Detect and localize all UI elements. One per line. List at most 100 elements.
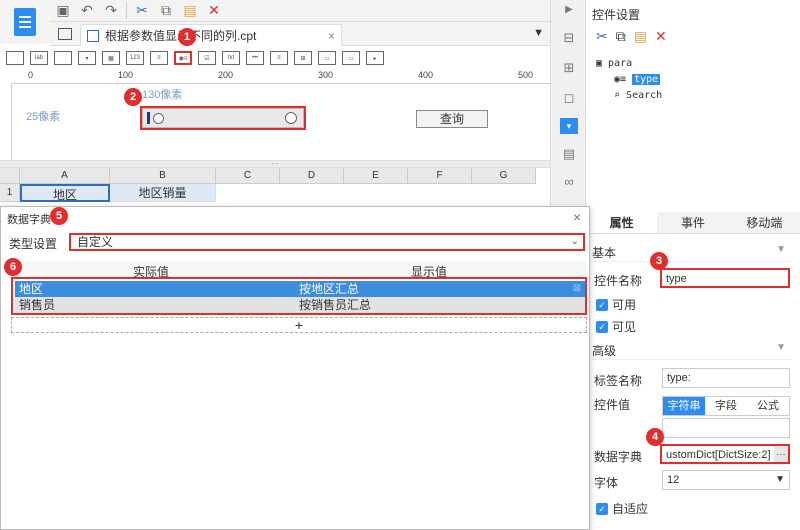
textfield-widget-icon[interactable] <box>54 51 72 65</box>
table-cell[interactable]: 地区销量 <box>110 184 216 202</box>
select-all-corner[interactable] <box>0 168 20 184</box>
table-row[interactable]: 地区 按地区汇总 ⊠ <box>15 281 585 297</box>
collapse-arrow-icon[interactable]: ▶ <box>560 4 578 20</box>
hyperlink-icon[interactable]: ∞ <box>560 174 578 190</box>
step-badge: 1 <box>178 28 196 46</box>
panel-title: 控件设置 <box>592 8 641 22</box>
tab-menu-icon[interactable]: ▼ <box>533 27 544 39</box>
combobox-widget-icon[interactable]: ▾ <box>78 51 96 65</box>
close-icon[interactable]: × <box>328 29 335 43</box>
display-value: 按销售员汇总 <box>299 298 372 312</box>
copy-icon[interactable]: ⧉ <box>157 2 175 20</box>
dict-label: 数据字典 <box>594 450 643 464</box>
radio-group-widget-icon[interactable]: ◉≡ <box>174 51 192 65</box>
dict-edit-button[interactable]: ··· <box>774 446 788 462</box>
auto-fit-checkbox[interactable]: ✓ 自适应 <box>596 500 648 517</box>
widget-settings-icon[interactable]: ▾ <box>560 118 578 134</box>
column-header[interactable]: A <box>20 168 110 184</box>
cell-element-icon[interactable]: ⊟ <box>560 30 578 46</box>
visible-checkbox[interactable]: ✓ 可见 <box>596 318 636 335</box>
value-type-field[interactable]: 字段 <box>705 397 747 415</box>
dict-table: 地区 按地区汇总 ⊠ 销售员 按销售员汇总 <box>11 277 587 315</box>
document-icon <box>14 8 36 36</box>
column-header[interactable]: C <box>216 168 280 184</box>
section-title: 基本 <box>592 246 617 260</box>
checkbox-icon: ✓ <box>596 502 608 515</box>
textarea-widget-icon[interactable]: ≡ <box>150 51 168 65</box>
tree-node-root[interactable]: ▣ para <box>596 56 662 72</box>
query-button[interactable]: 查询 <box>416 110 488 128</box>
password-widget-icon[interactable]: ••• <box>246 51 264 65</box>
redo-icon[interactable]: ↷ <box>102 2 120 20</box>
tag-name-input[interactable]: type: <box>662 368 790 388</box>
cut-icon[interactable]: ✂ <box>133 2 151 20</box>
value-type-formula[interactable]: 公式 <box>747 397 789 415</box>
widget-settings-panel: 控件设置 ✂ ⧉ ▤ ✕ ▣ para ◉≡ type ⌕ Search 属性 … <box>586 0 800 530</box>
column-header[interactable]: G <box>472 168 536 184</box>
label-widget-icon[interactable] <box>6 51 24 65</box>
data-dictionary-dialog: 数据字典 × 类型设置 自定义 ⌄ 实际值 显示值 地区 按地区汇总 ⊠ 销售员 … <box>0 206 590 530</box>
cell-attribute-icon[interactable]: ⊞ <box>560 60 578 76</box>
row-delete-icon[interactable]: ⊠ <box>573 281 581 297</box>
value-type-string[interactable]: 字符串 <box>663 397 705 415</box>
close-icon[interactable]: × <box>573 209 581 225</box>
report-icon <box>87 29 99 42</box>
step-badge: 4 <box>646 428 664 446</box>
pane-splitter[interactable]: ⋯ <box>0 160 550 168</box>
main-toolbar: ▣ ↶ ↷ ✂ ⧉ ▤ ✕ <box>50 0 550 22</box>
widget-name-input[interactable]: type <box>660 268 790 288</box>
widget-value-input[interactable] <box>662 418 790 438</box>
type-select[interactable]: 自定义 ⌄ <box>69 233 585 251</box>
ruler-tick: 400 <box>418 70 434 80</box>
cut-icon[interactable]: ✂ <box>596 28 608 45</box>
tree-widget-icon[interactable]: ⊞ <box>294 51 312 65</box>
ruler-tick: 0 <box>28 70 34 80</box>
checkbox-group-widget-icon[interactable]: ☑ <box>198 51 216 65</box>
button-widget-icon[interactable]: ▭ <box>318 51 336 65</box>
dict-input[interactable]: ustomDict[DictSize:2] <box>660 444 790 464</box>
checkbox-icon: ✓ <box>596 298 608 311</box>
date-widget-icon[interactable]: ▦ <box>102 51 120 65</box>
number-widget-icon[interactable]: 123 <box>126 51 144 65</box>
font-size-select[interactable]: 12 ▼ <box>662 470 790 490</box>
enabled-checkbox[interactable]: ✓ 可用 <box>596 296 636 313</box>
column-header[interactable]: F <box>408 168 472 184</box>
section-basic[interactable]: 基本 ▼ <box>592 244 792 262</box>
widget-value-label: 控件值 <box>594 398 631 412</box>
grid-icon[interactable] <box>58 28 72 40</box>
save-icon[interactable]: ▣ <box>54 2 72 20</box>
tab-mobile[interactable]: 移动端 <box>728 212 800 233</box>
table-row[interactable]: 销售员 按销售员汇总 <box>15 297 585 313</box>
add-row-button[interactable]: + <box>11 317 587 333</box>
text-widget-icon[interactable]: txt <box>222 51 240 65</box>
list-widget-icon[interactable]: ≡ <box>270 51 288 65</box>
delete-icon[interactable]: ✕ <box>205 2 223 20</box>
delete-icon[interactable]: ✕ <box>655 28 667 45</box>
paste-icon[interactable]: ▤ <box>634 28 647 45</box>
lab-widget-icon[interactable]: lab <box>30 51 48 65</box>
app-logo[interactable] <box>0 0 50 44</box>
float-element-icon[interactable]: ◻ <box>560 90 578 106</box>
ruler-corner <box>0 70 12 84</box>
search-icon: ⌕ <box>614 90 627 101</box>
widget-name-label: 控件名称 <box>594 274 643 288</box>
column-header[interactable]: E <box>344 168 408 184</box>
tab-properties[interactable]: 属性 <box>586 212 658 233</box>
tree-node-type[interactable]: ◉≡ type <box>596 72 662 88</box>
paste-icon[interactable]: ▤ <box>181 2 199 20</box>
column-header[interactable]: B <box>110 168 216 184</box>
row-header[interactable]: 1 <box>0 184 20 202</box>
tab-events[interactable]: 事件 <box>657 212 729 233</box>
copy-icon[interactable]: ⧉ <box>616 28 626 45</box>
condition-attribute-icon[interactable]: ▤ <box>560 146 578 162</box>
tab-report[interactable]: 根据参数值显示不同的列.cpt × <box>80 24 342 46</box>
tree-node-search[interactable]: ⌕ Search <box>596 88 662 104</box>
tag-widget-icon[interactable]: ▭ <box>342 51 360 65</box>
undo-icon[interactable]: ↶ <box>78 2 96 20</box>
more-widget-icon[interactable]: ▸ <box>366 51 384 65</box>
parameter-pane: 130像素 25像素 查询 <box>12 84 550 160</box>
column-header[interactable]: D <box>280 168 344 184</box>
table-cell[interactable]: 地区 <box>20 184 110 202</box>
step-badge: 6 <box>4 258 22 276</box>
section-advanced[interactable]: 高级 ▼ <box>592 342 792 360</box>
